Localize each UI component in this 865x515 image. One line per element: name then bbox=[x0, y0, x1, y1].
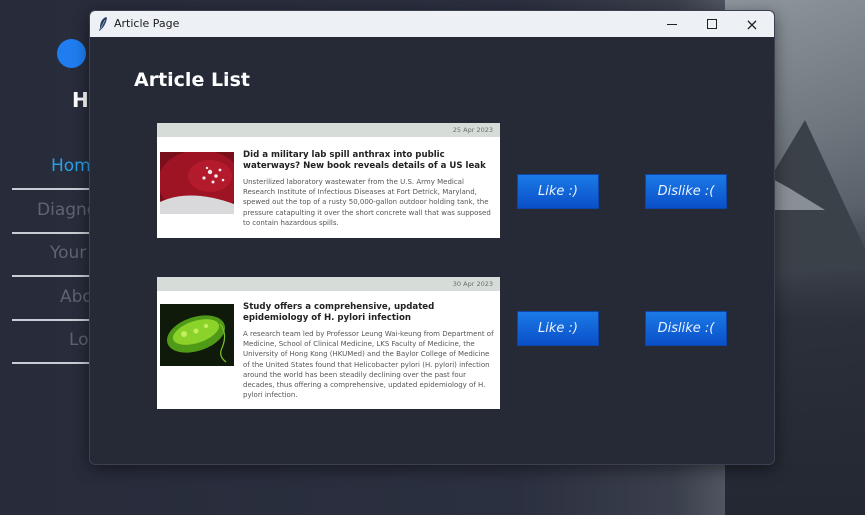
like-button[interactable]: Like :) bbox=[517, 174, 599, 209]
nav-item-label: Lo bbox=[69, 330, 89, 350]
article-date: 25 Apr 2023 bbox=[452, 126, 493, 134]
title-bar[interactable]: Article Page × bbox=[90, 11, 774, 37]
article-date: 30 Apr 2023 bbox=[452, 280, 493, 288]
article-page-window: Article Page × Article List 25 Apr 2023 bbox=[89, 10, 775, 465]
maximize-button[interactable] bbox=[692, 11, 732, 37]
article-title[interactable]: Study offers a comprehensive, updated ep… bbox=[243, 302, 495, 324]
article-card[interactable]: 25 Apr 2023 Did a military lab spill ant… bbox=[157, 123, 500, 238]
article-header-bar: 25 Apr 2023 bbox=[157, 123, 500, 137]
h-pylori-bacterium-image bbox=[160, 304, 234, 366]
nav-item-label: Your bbox=[50, 243, 87, 263]
article-body: A research team led by Professor Leung W… bbox=[243, 330, 494, 400]
feather-icon bbox=[99, 17, 107, 31]
window-title: Article Page bbox=[114, 17, 180, 30]
article-header-bar: 30 Apr 2023 bbox=[157, 277, 500, 291]
dislike-button[interactable]: Dislike :( bbox=[645, 311, 727, 346]
maximize-icon bbox=[707, 19, 717, 29]
dislike-button[interactable]: Dislike :( bbox=[645, 174, 727, 209]
like-button[interactable]: Like :) bbox=[517, 311, 599, 346]
bacteria-petri-dish-image bbox=[160, 152, 234, 214]
article-card[interactable]: 30 Apr 2023 Study offers a comprehensive… bbox=[157, 277, 500, 409]
minimize-button[interactable] bbox=[652, 11, 692, 37]
article-body: Unsterilized laboratory wastewater from … bbox=[243, 178, 491, 227]
nav-item-label: Abo bbox=[60, 287, 93, 307]
minimize-icon bbox=[667, 23, 677, 25]
article-title[interactable]: Did a military lab spill anthrax into pu… bbox=[243, 150, 495, 172]
close-button[interactable]: × bbox=[732, 11, 772, 37]
app-logo-dot bbox=[57, 39, 86, 68]
page-title: Article List bbox=[134, 69, 250, 91]
close-icon: × bbox=[745, 14, 759, 34]
